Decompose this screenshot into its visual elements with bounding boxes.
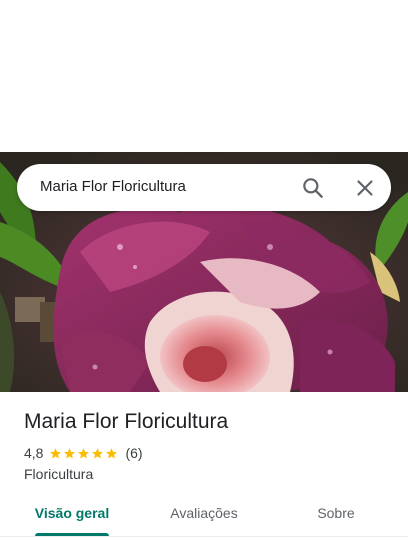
star-icon xyxy=(92,447,104,458)
tab-overview[interactable]: Visão geral xyxy=(20,492,124,536)
star-icon xyxy=(50,447,62,458)
place-page: Maria Flor Floricultura Maria Flor Flori… xyxy=(0,0,408,544)
search-input[interactable]: Maria Flor Floricultura xyxy=(40,178,186,195)
rating-value: 4,8 xyxy=(24,445,44,461)
tab-bar: Visão geral Avaliações Sobre xyxy=(0,492,408,537)
search-bar[interactable]: Maria Flor Floricultura xyxy=(17,164,391,211)
star-icon xyxy=(64,447,76,458)
star-icon xyxy=(106,447,118,458)
rating-stars xyxy=(49,447,119,460)
place-category[interactable]: Floricultura xyxy=(24,466,93,482)
tab-reviews[interactable]: Avaliações xyxy=(152,492,256,536)
search-icon[interactable] xyxy=(300,175,326,201)
place-title: Maria Flor Floricultura xyxy=(24,410,229,433)
tab-about[interactable]: Sobre xyxy=(284,492,388,536)
review-count[interactable]: (6) xyxy=(125,445,142,461)
rating-row[interactable]: 4,8 (6) xyxy=(24,444,143,462)
close-icon[interactable] xyxy=(352,175,378,201)
star-icon xyxy=(78,447,90,458)
active-tab-indicator xyxy=(35,533,109,536)
